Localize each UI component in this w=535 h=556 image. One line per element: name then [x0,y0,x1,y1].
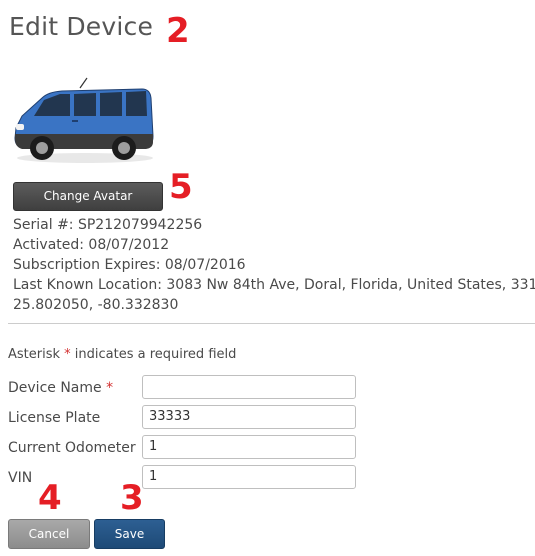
annotation-number: 2 [166,11,190,51]
required-note-prefix: Asterisk [8,347,65,362]
device-name-label: Device Name * [8,380,113,396]
page-title: Edit Device [9,12,154,41]
divider [8,323,535,324]
license-plate-input[interactable]: 33333 [142,405,356,429]
change-avatar-button[interactable]: Change Avatar [13,182,163,211]
serial-number: Serial #: SP212079942256 [13,217,203,233]
annotation-number: 5 [169,167,193,207]
van-icon [14,77,154,163]
odometer-input[interactable]: 1 [142,435,356,459]
required-field-note: Asterisk * indicates a required field [8,347,236,362]
annotation-number: 3 [120,478,144,518]
device-name-label-text: Device Name [8,380,107,396]
license-plate-label: License Plate [8,410,101,426]
device-name-input[interactable] [142,375,356,399]
cancel-button[interactable]: Cancel [8,519,90,549]
location-coordinates: 25.802050, -80.332830 [13,297,179,313]
required-note-suffix: indicates a required field [70,347,237,362]
annotation-number: 4 [38,478,62,518]
vin-input[interactable]: 1 [142,465,356,489]
vin-label: VIN [8,470,33,486]
activated-date: Activated: 08/07/2012 [13,237,170,253]
required-asterisk: * [106,380,114,396]
subscription-expiry: Subscription Expires: 08/07/2016 [13,257,246,273]
save-button[interactable]: Save [94,519,165,549]
last-known-location: Last Known Location: 3083 Nw 84th Ave, D… [13,277,535,293]
odometer-label: Current Odometer [8,440,136,456]
